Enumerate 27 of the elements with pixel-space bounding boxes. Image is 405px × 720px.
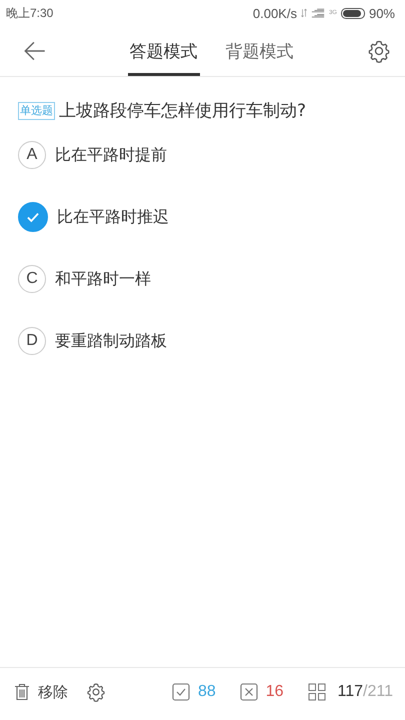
wrong-count: 16 — [266, 683, 284, 701]
network-speed: 0.00K/s — [252, 6, 297, 20]
mode-tab[interactable]: 答题模式 — [128, 26, 200, 76]
settings-icon[interactable] — [367, 39, 391, 63]
data-arrows-icon — [300, 8, 307, 18]
option-letter[interactable]: C — [18, 265, 46, 293]
checkbox-icon — [172, 683, 190, 701]
option-letter[interactable]: D — [18, 327, 46, 355]
battery-icon — [340, 8, 365, 18]
option-text[interactable]: 比在平路时推迟 — [57, 206, 169, 228]
option-text[interactable]: 要重踏制动踏板 — [55, 330, 167, 352]
cross-box-icon — [240, 683, 258, 701]
question-type-tag: 单选题 — [18, 102, 55, 120]
option-text[interactable]: 比在平路时提前 — [55, 144, 167, 166]
question-text: 上坡路段停车怎样使用行车制动? — [59, 100, 306, 122]
selected-check-icon[interactable] — [18, 202, 48, 232]
status-time: 晚上7:30 — [6, 4, 54, 22]
grid-icon[interactable] — [308, 683, 326, 701]
mode-tab[interactable]: 背题模式 — [224, 26, 296, 76]
option-letter[interactable]: A — [18, 141, 46, 169]
remove-button[interactable]: 移除 — [14, 682, 68, 702]
signal-icon — [310, 8, 325, 18]
option-text[interactable]: 和平路时一样 — [55, 268, 151, 290]
correct-count: 88 — [198, 683, 216, 701]
battery-percent: 90% — [368, 6, 395, 20]
trash-icon[interactable] — [14, 683, 30, 701]
settings-icon[interactable] — [86, 682, 106, 702]
